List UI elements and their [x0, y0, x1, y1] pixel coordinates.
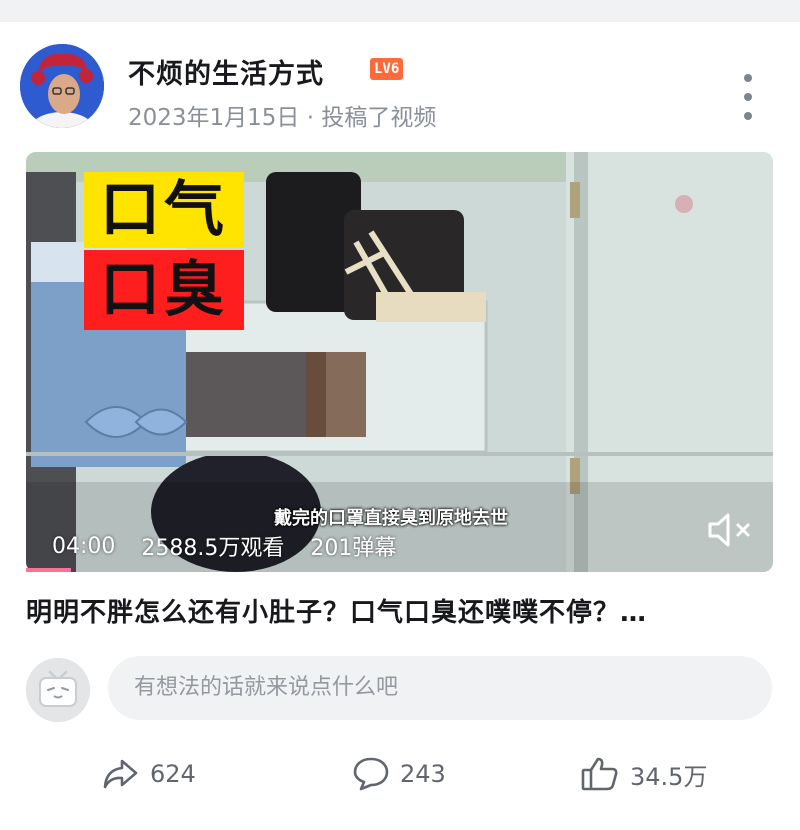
like-count: 34.5万: [630, 762, 708, 791]
view-count: 2588.5万观看: [141, 536, 285, 561]
like-button[interactable]: 34.5万: [580, 754, 707, 794]
share-button[interactable]: 624: [102, 754, 196, 794]
playback-progress-bar: [26, 568, 71, 572]
my-avatar: [26, 658, 90, 722]
more-dot-icon: [744, 112, 752, 120]
mute-button[interactable]: [706, 508, 756, 552]
comment-button[interactable]: 243: [352, 754, 446, 794]
title-tag-bottom: 口臭: [84, 250, 244, 330]
thumbs-up-icon: [581, 757, 618, 791]
author-avatar[interactable]: [20, 44, 104, 128]
more-options-button[interactable]: [736, 74, 760, 120]
video-player[interactable]: 口气 口臭 戴完的口罩直接臭到原地去世 04:00 2588.5万观看 201弹…: [26, 152, 773, 572]
tv-mascot-icon: [26, 658, 90, 722]
speaker-muted-icon: [708, 513, 750, 547]
more-dot-icon: [744, 74, 752, 82]
more-dot-icon: [744, 93, 752, 101]
comment-input[interactable]: 有想法的话就来说点什么吧: [108, 656, 772, 720]
video-duration: 04:00: [52, 533, 116, 559]
comment-count: 243: [400, 760, 446, 788]
avatar-image: [20, 44, 104, 128]
title-tag-top: 口气: [84, 172, 244, 248]
author-name[interactable]: 不烦的生活方式: [128, 52, 324, 91]
share-count: 624: [150, 760, 196, 788]
level-badge: LV6: [370, 58, 404, 80]
comment-icon: [353, 757, 389, 791]
post-card: 不烦的生活方式 LV6 2023年1月15日 · 投稿了视频 口气 口臭 戴完的…: [0, 22, 800, 830]
video-stats: 04:00 2588.5万观看 201弹幕: [52, 526, 422, 566]
danmaku-count: 201弹幕: [310, 536, 397, 561]
post-meta: 2023年1月15日 · 投稿了视频: [128, 105, 437, 131]
share-icon: [103, 759, 138, 789]
video-title[interactable]: 明明不胖怎么还有小肚子？口气口臭还噗噗不停？…: [26, 592, 647, 629]
